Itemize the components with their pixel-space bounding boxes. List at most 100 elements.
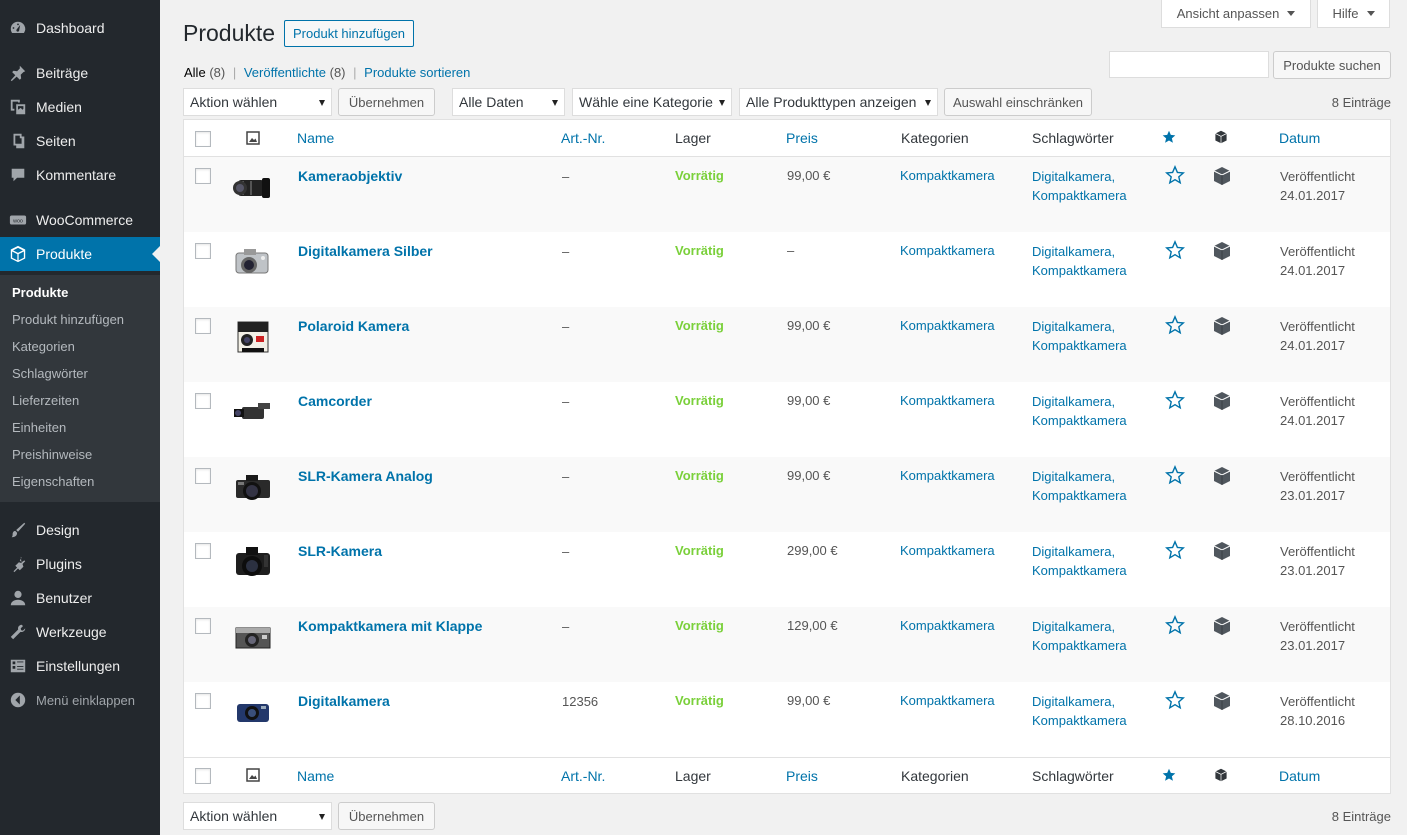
tag-link[interactable]: Digitalkamera, xyxy=(1032,544,1115,559)
tag-link[interactable]: Kompaktkamera xyxy=(1032,488,1127,503)
row-checkbox[interactable] xyxy=(195,393,211,409)
product-name-link[interactable]: Camcorder xyxy=(298,393,372,409)
apply-bulk-button[interactable]: Übernehmen xyxy=(338,88,435,116)
product-thumbnail[interactable] xyxy=(232,691,274,733)
column-name[interactable]: Name xyxy=(297,768,334,784)
tag-link[interactable]: Digitalkamera, xyxy=(1032,394,1115,409)
featured-star-icon[interactable] xyxy=(1165,390,1185,410)
column-date[interactable]: Datum xyxy=(1279,768,1320,784)
product-category-link[interactable]: Kompaktkamera xyxy=(900,318,995,333)
tag-link[interactable]: Kompaktkamera xyxy=(1032,263,1127,278)
screen-options-button[interactable]: Ansicht anpassen xyxy=(1161,0,1311,28)
product-name-link[interactable]: Digitalkamera Silber xyxy=(298,243,433,259)
tag-link[interactable]: Kompaktkamera xyxy=(1032,413,1127,428)
add-product-button[interactable]: Produkt hinzufügen xyxy=(284,20,415,47)
product-name-link[interactable]: Kameraobjektiv xyxy=(298,168,402,184)
product-category-link[interactable]: Kompaktkamera xyxy=(900,468,995,483)
product-thumbnail[interactable] xyxy=(232,466,274,508)
tag-link[interactable]: Kompaktkamera xyxy=(1032,713,1127,728)
column-price[interactable]: Preis xyxy=(786,130,818,146)
tag-link[interactable]: Digitalkamera, xyxy=(1032,169,1115,184)
product-thumbnail[interactable] xyxy=(232,391,274,433)
tag-link[interactable]: Kompaktkamera xyxy=(1032,563,1127,578)
tag-link[interactable]: Digitalkamera, xyxy=(1032,319,1115,334)
row-checkbox[interactable] xyxy=(195,693,211,709)
view-sort-products[interactable]: Produkte sortieren xyxy=(364,65,470,80)
date-filter-select[interactable]: Alle Daten xyxy=(452,88,565,116)
product-thumbnail[interactable] xyxy=(232,166,274,208)
tag-link[interactable]: Digitalkamera, xyxy=(1032,694,1115,709)
row-checkbox[interactable] xyxy=(195,318,211,334)
featured-column-star-icon[interactable] xyxy=(1162,768,1176,782)
product-name-link[interactable]: SLR-Kamera xyxy=(298,543,382,559)
menu-tools[interactable]: Werkzeuge xyxy=(0,615,160,649)
product-name-link[interactable]: Polaroid Kamera xyxy=(298,318,409,334)
menu-woocommerce[interactable]: woo WooCommerce xyxy=(0,203,160,237)
product-thumbnail[interactable] xyxy=(232,241,274,283)
bulk-action-select[interactable]: Aktion wählen xyxy=(183,88,332,116)
featured-column-star-icon[interactable] xyxy=(1162,130,1176,144)
submenu-units[interactable]: Einheiten xyxy=(12,420,66,435)
menu-media[interactable]: Medien xyxy=(0,90,160,124)
column-sku[interactable]: Art.-Nr. xyxy=(561,768,605,784)
menu-design[interactable]: Design xyxy=(0,513,160,547)
row-checkbox[interactable] xyxy=(195,243,211,259)
tag-link[interactable]: Digitalkamera, xyxy=(1032,619,1115,634)
submenu-tags[interactable]: Schlagwörter xyxy=(12,366,88,381)
menu-dashboard[interactable]: Dashboard xyxy=(0,11,160,45)
select-all-checkbox[interactable] xyxy=(195,131,211,147)
filter-button[interactable]: Auswahl einschränken xyxy=(944,88,1092,116)
select-all-checkbox-footer[interactable] xyxy=(195,768,211,784)
featured-star-icon[interactable] xyxy=(1165,240,1185,260)
product-category-link[interactable]: Kompaktkamera xyxy=(900,243,995,258)
menu-products[interactable]: Produkte xyxy=(0,237,160,271)
featured-star-icon[interactable] xyxy=(1165,690,1185,710)
menu-users[interactable]: Benutzer xyxy=(0,581,160,615)
search-input[interactable] xyxy=(1109,51,1269,78)
product-name-link[interactable]: SLR-Kamera Analog xyxy=(298,468,433,484)
row-checkbox[interactable] xyxy=(195,168,211,184)
menu-comments[interactable]: Kommentare xyxy=(0,158,160,192)
featured-star-icon[interactable] xyxy=(1165,315,1185,335)
product-category-link[interactable]: Kompaktkamera xyxy=(900,543,995,558)
column-date[interactable]: Datum xyxy=(1279,130,1320,146)
submenu-add-product[interactable]: Produkt hinzufügen xyxy=(12,312,124,327)
menu-settings[interactable]: Einstellungen xyxy=(0,649,160,683)
help-button[interactable]: Hilfe xyxy=(1317,0,1390,28)
product-category-link[interactable]: Kompaktkamera xyxy=(900,168,995,183)
menu-pages[interactable]: Seiten xyxy=(0,124,160,158)
product-thumbnail[interactable] xyxy=(232,616,274,658)
tag-link[interactable]: Kompaktkamera xyxy=(1032,338,1127,353)
column-name[interactable]: Name xyxy=(297,130,334,146)
view-all[interactable]: Alle xyxy=(184,65,206,80)
submenu-delivery-times[interactable]: Lieferzeiten xyxy=(12,393,79,408)
tag-link[interactable]: Digitalkamera, xyxy=(1032,469,1115,484)
product-thumbnail[interactable] xyxy=(232,316,274,358)
product-category-link[interactable]: Kompaktkamera xyxy=(900,693,995,708)
product-category-link[interactable]: Kompaktkamera xyxy=(900,393,995,408)
product-type-filter-select[interactable]: Alle Produkttypen anzeigen xyxy=(739,88,938,116)
apply-bulk-button-bottom[interactable]: Übernehmen xyxy=(338,802,435,830)
featured-star-icon[interactable] xyxy=(1165,165,1185,185)
featured-star-icon[interactable] xyxy=(1165,540,1185,560)
featured-star-icon[interactable] xyxy=(1165,465,1185,485)
submenu-categories[interactable]: Kategorien xyxy=(12,339,75,354)
row-checkbox[interactable] xyxy=(195,543,211,559)
submenu-attributes[interactable]: Eigenschaften xyxy=(12,474,94,489)
bulk-action-select-bottom[interactable]: Aktion wählen xyxy=(183,802,332,830)
row-checkbox[interactable] xyxy=(195,618,211,634)
view-published[interactable]: Veröffentlichte xyxy=(244,65,326,80)
product-name-link[interactable]: Kompaktkamera mit Klappe xyxy=(298,618,482,634)
featured-star-icon[interactable] xyxy=(1165,615,1185,635)
menu-collapse[interactable]: Menü einklappen xyxy=(0,683,160,717)
tag-link[interactable]: Kompaktkamera xyxy=(1032,188,1127,203)
menu-posts[interactable]: Beiträge xyxy=(0,56,160,90)
menu-plugins[interactable]: Plugins xyxy=(0,547,160,581)
column-price[interactable]: Preis xyxy=(786,768,818,784)
category-filter-select[interactable]: Wähle eine Kategorie xyxy=(572,88,732,116)
column-sku[interactable]: Art.-Nr. xyxy=(561,130,605,146)
tag-link[interactable]: Kompaktkamera xyxy=(1032,638,1127,653)
search-products-button[interactable]: Produkte suchen xyxy=(1273,51,1391,79)
product-name-link[interactable]: Digitalkamera xyxy=(298,693,390,709)
submenu-products[interactable]: Produkte xyxy=(12,285,68,300)
